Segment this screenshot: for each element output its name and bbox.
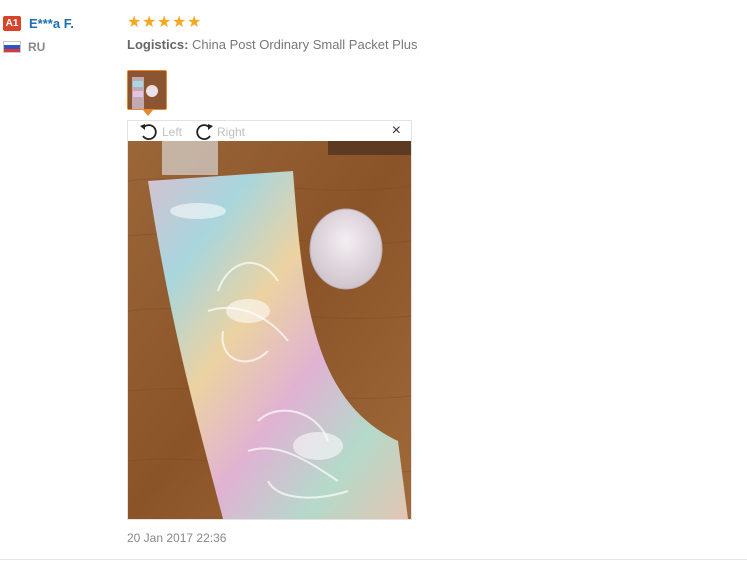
review-date: 20 Jan 2017 22:36 [127, 531, 227, 545]
rotate-right-label: Right [217, 125, 246, 139]
rotate-left-label: Left [162, 125, 183, 139]
buyer-level-badge: A1 [3, 15, 21, 31]
rotate-left-icon [140, 124, 157, 140]
close-icon[interactable]: × [392, 122, 401, 140]
star-icon: ★ [157, 14, 172, 31]
review-divider [0, 559, 747, 560]
thumbnail-image [128, 71, 166, 109]
review-photo-image [128, 141, 411, 519]
logistics-info: Logistics: China Post Ordinary Small Pac… [127, 37, 727, 52]
viewer-toolbar: Left Right × [128, 121, 411, 141]
review-content: ★★★★★ Logistics: China Post Ordinary Sma… [127, 12, 727, 52]
buyer-country-row: RU [3, 40, 113, 54]
logistics-label: Logistics: [127, 37, 189, 52]
thumbnail-pointer [143, 110, 153, 116]
star-rating: ★★★★★ [127, 12, 727, 32]
rotate-right-icon [196, 124, 213, 140]
buyer-country: RU [28, 40, 46, 54]
star-icon: ★ [127, 14, 142, 31]
buyer-name: E***a F. [29, 15, 74, 31]
buyer-name-row: A1 E***a F. [3, 14, 113, 32]
star-icon: ★ [172, 14, 187, 31]
logistics-value: China Post Ordinary Small Packet Plus [192, 37, 418, 52]
image-viewer: Left Right × [127, 120, 412, 520]
review-photo [128, 141, 411, 519]
star-icon: ★ [187, 14, 202, 31]
review-photo-thumbnail[interactable] [127, 70, 167, 110]
rotate-left-button[interactable]: Left [138, 122, 182, 142]
buyer-info: A1 E***a F. RU [3, 14, 113, 54]
russia-flag-icon [3, 41, 21, 53]
rotate-right-button[interactable]: Right [193, 122, 245, 142]
flag-stripe-red [4, 48, 20, 52]
star-icon: ★ [142, 14, 157, 31]
